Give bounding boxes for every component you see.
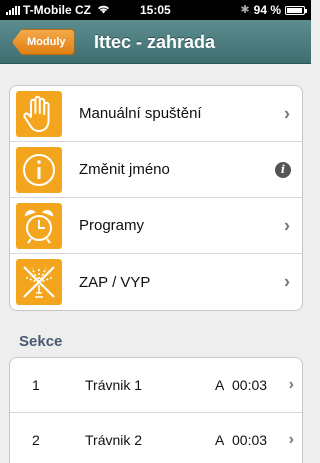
navigation-bar: Moduly Ittec - zahrada [0,20,311,64]
chevron-right-icon: › [288,376,294,393]
bluetooth-icon: ✱ [240,4,250,16]
signal-strength-icon [6,5,20,15]
status-time: 15:05 [140,3,171,17]
menu-item-on-off[interactable]: ZAP / VYP › [10,254,302,310]
menu-item-label: Změnit jméno [79,161,170,178]
section-header: Sekce [19,333,63,350]
sprinkler-off-icon [16,259,62,305]
section-duration: 00:03 [232,377,268,393]
battery-percentage: 94 % [253,3,281,17]
chevron-right-icon: › [284,103,290,123]
alarm-clock-icon [16,202,62,249]
section-program: A [215,377,225,393]
section-row[interactable]: 2 Trávnik 2 A 00:03 › [10,413,302,463]
chevron-right-icon: › [288,431,294,448]
page-title: Ittec - zahrada [94,32,216,52]
status-bar: T-Mobile CZ 15:05 ✱ 94 % [0,0,311,20]
section-number: 2 [32,432,40,448]
menu-item-label: Programy [79,217,145,234]
menu-item-programs[interactable]: Programy › [10,198,302,254]
hand-icon [16,90,62,137]
carrier-name: T-Mobile CZ [23,3,91,17]
section-row[interactable]: 1 Trávnik 1 A 00:03 › [10,358,302,413]
menu-item-manual-start[interactable]: Manuální spuštění › [10,86,302,142]
menu-item-rename[interactable]: Změnit jméno i [10,142,302,198]
info-icon[interactable]: i [275,161,291,178]
section-duration: 00:03 [232,432,268,448]
battery-icon [285,5,307,15]
chevron-right-icon: › [284,271,290,292]
info-circle-icon [16,146,62,193]
section-name: Trávnik 1 [85,377,143,393]
menu-item-label: Manuální spuštění [79,105,202,122]
section-name: Trávnik 2 [85,432,143,448]
menu-group: Manuální spuštění › Změnit jméno i Progr… [9,85,303,311]
menu-item-label: ZAP / VYP [79,273,151,291]
section-number: 1 [32,377,40,393]
sections-list: 1 Trávnik 1 A 00:03 › 2 Trávnik 2 A 00:0… [9,357,303,463]
wifi-icon [97,3,110,17]
back-button[interactable]: Moduly [12,29,75,55]
chevron-right-icon: › [284,215,290,235]
section-program: A [215,432,225,448]
